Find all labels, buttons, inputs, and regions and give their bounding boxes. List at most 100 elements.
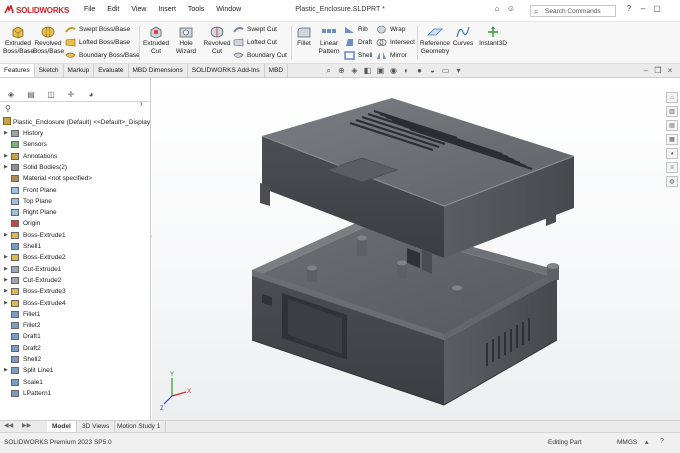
rib-icon bbox=[345, 27, 354, 33]
swept-cut-button[interactable]: Swept Cut bbox=[233, 24, 277, 35]
minimize-icon[interactable]: – bbox=[636, 4, 650, 13]
configuration-manager-tab-icon[interactable]: ◫ bbox=[42, 89, 60, 101]
graphics-area[interactable]: Y X Z bbox=[152, 78, 680, 420]
revolved-boss-button[interactable]: Revolved Boss/Base bbox=[33, 25, 64, 55]
tab-features[interactable]: Features bbox=[0, 64, 35, 77]
tab-motion-study-1[interactable]: Motion Study 1 bbox=[112, 421, 167, 432]
expand-arrow-icon[interactable]: ▶ bbox=[4, 298, 10, 309]
user-icon[interactable]: ☺ bbox=[504, 4, 518, 17]
home-icon[interactable]: ⌂ bbox=[490, 4, 504, 17]
window-close-icon[interactable]: × bbox=[664, 66, 676, 75]
tree-item-label: Front Plane bbox=[23, 186, 57, 194]
expand-arrow-icon[interactable]: ▶ bbox=[4, 286, 10, 297]
view-settings-icon[interactable]: ▭ bbox=[439, 66, 452, 76]
expand-arrow-icon[interactable]: ▶ bbox=[4, 151, 10, 162]
window-restore-icon[interactable]: ❐ bbox=[652, 66, 664, 75]
solidworks-logo[interactable]: SOLIDWORKS bbox=[4, 5, 69, 15]
lofted-boss-button[interactable]: Lofted Boss/Base bbox=[65, 37, 130, 48]
status-help-icon[interactable]: ? bbox=[660, 438, 664, 445]
view-orientation-icon[interactable]: ▣ bbox=[374, 66, 387, 76]
lofted-cut-button[interactable]: Lofted Cut bbox=[233, 37, 277, 48]
tab-scroll-right-icon[interactable]: ▶▶ bbox=[22, 422, 31, 429]
menu-edit[interactable]: Edit bbox=[107, 6, 119, 13]
more-icon[interactable]: ▢ bbox=[650, 4, 664, 13]
tab-solidworks-addins[interactable]: SOLIDWORKS Add-Ins bbox=[188, 64, 265, 77]
menu-view[interactable]: View bbox=[131, 6, 146, 13]
status-units[interactable]: MMGS bbox=[617, 439, 637, 446]
expand-arrow-icon[interactable]: ▶ bbox=[4, 365, 10, 376]
draft-button[interactable]: Draft bbox=[344, 37, 372, 48]
previous-view-icon[interactable]: ◈ bbox=[348, 66, 361, 76]
hole-wizard-button[interactable]: Hole Wizard bbox=[171, 25, 201, 55]
rib-button[interactable]: Rib bbox=[344, 24, 368, 35]
solidworks-resources-icon[interactable]: ⌂ bbox=[666, 92, 678, 103]
reference-geometry-button[interactable]: Reference Geometry bbox=[419, 25, 451, 55]
task-pane: ⌂ ▥ ▤ ▦ ◕ ≡ ◍ bbox=[666, 92, 679, 190]
scenes-icon[interactable]: ◒ bbox=[426, 66, 439, 76]
feature-manager-tab-icon[interactable]: ◈ bbox=[2, 89, 20, 101]
revolved-cut-button[interactable]: Revolved Cut bbox=[202, 25, 232, 55]
search-commands-input[interactable]: ⌕ Search Commands bbox=[530, 5, 616, 17]
intersect-button[interactable]: Intersect bbox=[376, 37, 415, 48]
extruded-cut-button[interactable]: Extruded Cut bbox=[141, 25, 171, 55]
boundary-cut-icon bbox=[233, 52, 244, 58]
zoom-to-fit-icon[interactable]: ⌕ bbox=[322, 66, 335, 76]
linear-pattern-icon bbox=[322, 29, 336, 33]
solidworks-forum-icon[interactable]: ◍ bbox=[666, 176, 678, 187]
plane-icon bbox=[11, 186, 19, 194]
extruded-boss-button[interactable]: Extruded Boss/Base bbox=[3, 25, 34, 55]
section-view-icon[interactable]: ◧ bbox=[361, 66, 374, 76]
curves-button[interactable]: Curves bbox=[452, 25, 474, 48]
zoom-area-icon[interactable]: ⊕ bbox=[335, 66, 348, 76]
tab-scroll-left-icon[interactable]: ◀◀ bbox=[4, 422, 13, 429]
property-manager-tab-icon[interactable]: ▤ bbox=[22, 89, 40, 101]
expand-arrow-icon[interactable]: ▶ bbox=[4, 162, 10, 173]
instant3d-button[interactable]: Instant3D bbox=[477, 25, 509, 48]
expand-arrow-icon[interactable]: ▶ bbox=[4, 275, 10, 286]
view-palette-icon[interactable]: ▦ bbox=[666, 134, 678, 145]
tab-mbd[interactable]: MBD bbox=[265, 64, 289, 77]
dropdown-arrow-icon[interactable]: ▾ bbox=[452, 66, 465, 76]
menu-insert[interactable]: Insert bbox=[158, 6, 176, 13]
hide-show-icon[interactable]: ◐ bbox=[400, 66, 413, 76]
appearances-icon[interactable]: ◕ bbox=[666, 148, 678, 159]
display-manager-tab-icon[interactable]: ◕ bbox=[82, 89, 100, 101]
shell-button[interactable]: Shell bbox=[344, 50, 372, 61]
expand-arrow-icon[interactable]: ▶ bbox=[4, 128, 10, 139]
display-style-icon[interactable]: ◉ bbox=[387, 66, 400, 76]
filter-icon[interactable]: ⚲ bbox=[5, 104, 11, 113]
tab-sketch[interactable]: Sketch bbox=[35, 64, 64, 77]
menu-tools[interactable]: Tools bbox=[188, 6, 204, 13]
linear-pattern-button[interactable]: Linear Pattern bbox=[315, 25, 343, 55]
expand-arrow-icon[interactable]: ▶ bbox=[4, 252, 10, 263]
boundary-boss-button[interactable]: Boundary Boss/Base bbox=[65, 50, 140, 61]
file-explorer-icon[interactable]: ▤ bbox=[666, 120, 678, 131]
design-library-icon[interactable]: ▥ bbox=[666, 106, 678, 117]
tab-evaluate[interactable]: Evaluate bbox=[94, 64, 129, 77]
wrap-button[interactable]: Wrap bbox=[376, 24, 405, 35]
tree-root-part[interactable]: Plastic_Enclosure (Default) <<Default>_D… bbox=[3, 117, 150, 126]
tab-mbd-dimensions[interactable]: MBD Dimensions bbox=[129, 64, 188, 77]
dimxpert-tab-icon[interactable]: ✛ bbox=[62, 89, 80, 101]
menu-file[interactable]: File bbox=[84, 6, 95, 13]
plane-icon bbox=[11, 197, 19, 205]
window-minimize-icon[interactable]: – bbox=[640, 66, 652, 75]
tab-markup[interactable]: Markup bbox=[64, 64, 95, 77]
boundary-cut-button[interactable]: Boundary Cut bbox=[233, 50, 287, 61]
fillet-button[interactable]: Fillet bbox=[293, 25, 315, 48]
mirror-button[interactable]: Mirror bbox=[376, 50, 407, 61]
expand-arrow-icon[interactable]: ▶ bbox=[4, 264, 10, 275]
shell-icon bbox=[11, 243, 19, 250]
enclosure-model: Y X Z bbox=[160, 98, 575, 412]
panel-collapse-icon[interactable]: › bbox=[140, 99, 143, 108]
menu-window[interactable]: Window bbox=[216, 6, 241, 13]
menu-expand-icon[interactable]: › bbox=[64, 6, 74, 13]
custom-properties-icon[interactable]: ≡ bbox=[666, 162, 678, 173]
tab-model[interactable]: Model bbox=[47, 421, 77, 432]
help-icon[interactable]: ? bbox=[622, 4, 636, 13]
edit-appearance-icon[interactable]: ● bbox=[413, 66, 426, 76]
units-dropdown-icon[interactable]: ▴ bbox=[645, 438, 649, 446]
expand-arrow-icon[interactable]: ▶ bbox=[4, 230, 10, 241]
swept-boss-button[interactable]: Swept Boss/Base bbox=[65, 24, 130, 35]
tab-3d-views[interactable]: 3D Views bbox=[77, 421, 116, 432]
